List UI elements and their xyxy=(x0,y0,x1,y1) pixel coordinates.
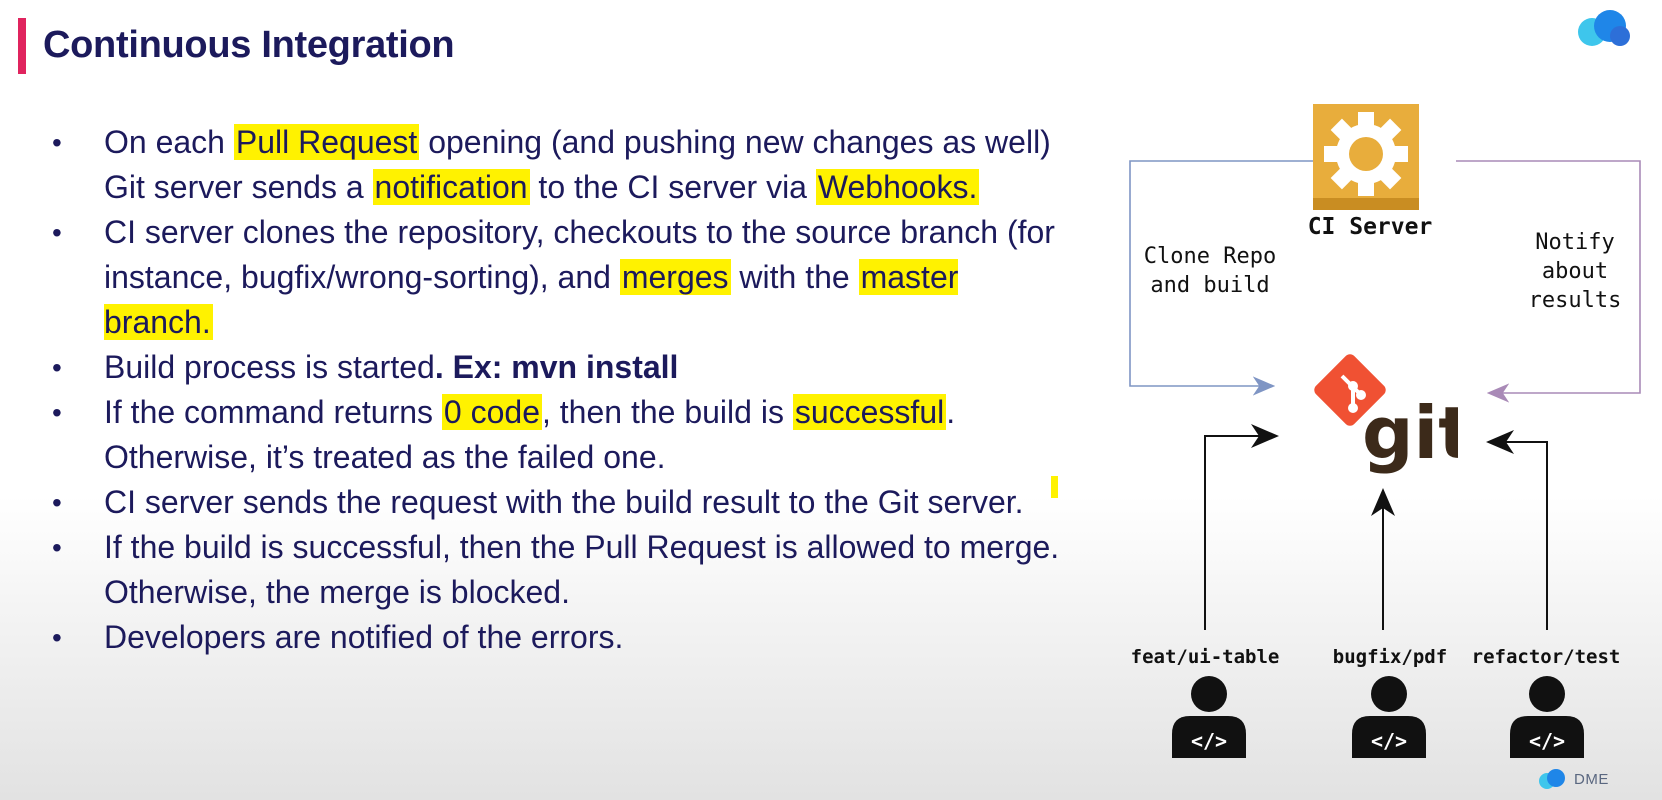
brand-logo-icon xyxy=(1539,769,1565,789)
dev1-connector xyxy=(1204,424,1279,630)
dev-branch-label: refactor/test xyxy=(1471,646,1621,668)
notify-label-line: results xyxy=(1528,288,1622,313)
notify-label-line: about xyxy=(1541,259,1609,284)
dev-branch-label: bugfix/pdf xyxy=(1332,646,1448,668)
git-wordmark: git xyxy=(1362,391,1458,475)
clone-label-line: Clone Repo xyxy=(1143,244,1277,269)
clone-label-line: and build xyxy=(1150,273,1270,298)
notify-label-line: Notify xyxy=(1535,230,1615,255)
dev3-connector xyxy=(1486,430,1548,630)
developer-avatar-icon: </> xyxy=(1172,676,1246,758)
developer-avatar-icon: </> xyxy=(1352,676,1426,758)
svg-text:</>: </> xyxy=(1529,729,1565,753)
brand-footer: DME xyxy=(1536,768,1609,790)
dev-branch-label: feat/ui-table xyxy=(1130,646,1280,668)
notify-results-label: Notify about results xyxy=(1500,228,1650,315)
gear-icon xyxy=(1313,104,1419,210)
clone-repo-label: Clone Repo and build xyxy=(1130,242,1290,300)
brand-footer-text: DME xyxy=(1574,770,1609,788)
ci-server-label: CI Server xyxy=(1307,214,1433,240)
svg-text:</>: </> xyxy=(1371,729,1407,753)
git-logo-icon: git xyxy=(1314,354,1458,475)
developer-avatar-icon: </> xyxy=(1510,676,1584,758)
svg-text:</>: </> xyxy=(1191,729,1227,753)
